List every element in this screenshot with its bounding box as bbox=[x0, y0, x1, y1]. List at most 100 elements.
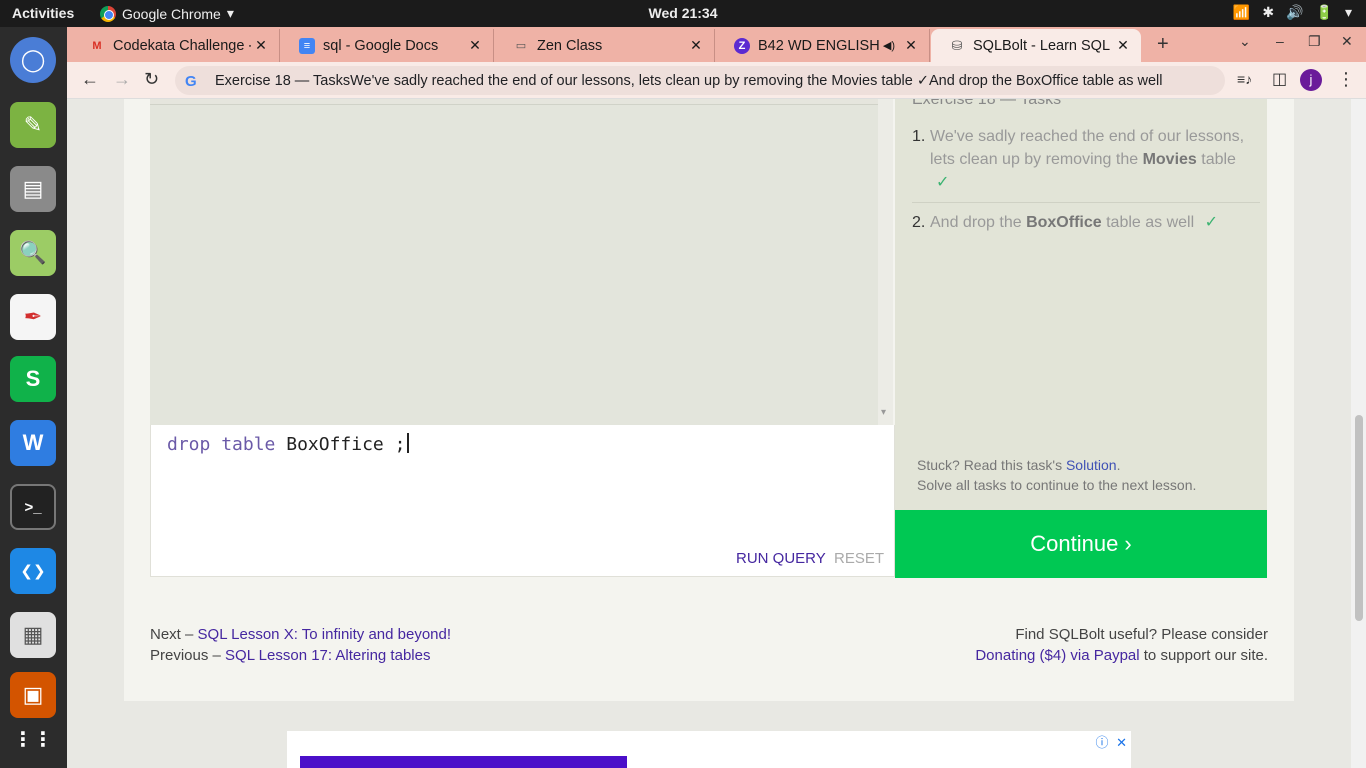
new-tab-button[interactable]: + bbox=[1157, 33, 1169, 56]
app-grid-icon[interactable]: ⋮⋮ bbox=[10, 716, 56, 762]
audio-playing-icon[interactable]: ◀) bbox=[883, 39, 895, 52]
minimize-icon[interactable]: – bbox=[1276, 33, 1284, 49]
continue-button[interactable]: Continue › bbox=[895, 510, 1267, 578]
info-icon[interactable]: ⓘ bbox=[1095, 735, 1108, 750]
terminal-icon[interactable]: >_ bbox=[10, 484, 56, 530]
tab-label: Zen Class bbox=[537, 37, 603, 54]
tasks-panel: Exercise 18 — Tasks 1. We've sadly reach… bbox=[895, 99, 1267, 510]
text-editor-icon[interactable]: ✎ bbox=[10, 102, 56, 148]
close-icon[interactable]: ✕ bbox=[901, 37, 921, 54]
address-bar[interactable]: G Exercise 18 — TasksWe've sadly reached… bbox=[175, 66, 1225, 95]
scrollbar-thumb[interactable] bbox=[1355, 415, 1363, 621]
ad-image[interactable] bbox=[300, 756, 627, 768]
task-list: 1. We've sadly reached the end of our le… bbox=[912, 125, 1260, 242]
chromium-icon[interactable]: ◯ bbox=[10, 37, 56, 83]
back-icon[interactable]: ← bbox=[81, 69, 99, 90]
previous-lesson-link[interactable]: SQL Lesson 17: Altering tables bbox=[225, 647, 430, 664]
scroll-down-icon[interactable]: ▾ bbox=[881, 407, 886, 418]
activities-button[interactable]: Activities bbox=[12, 5, 74, 21]
checkmark-icon: ✓ bbox=[1204, 214, 1219, 231]
lesson-navigation: Next – SQL Lesson X: To infinity and bey… bbox=[150, 624, 451, 666]
reload-icon[interactable]: ↻ bbox=[144, 69, 159, 90]
next-prefix: Next – bbox=[150, 626, 198, 643]
chevron-down-icon: ▾ bbox=[226, 5, 234, 21]
pdf-reader-icon[interactable]: ✒ bbox=[10, 294, 56, 340]
next-lesson-link[interactable]: SQL Lesson X: To infinity and beyond! bbox=[198, 626, 452, 643]
docs-icon: ≡ bbox=[299, 37, 315, 54]
wifi-icon: 📶 bbox=[1232, 4, 1251, 20]
google-icon: G bbox=[185, 72, 197, 90]
tab-sqlbolt[interactable]: ⛁ SQLBolt - Learn SQL - ✕ bbox=[931, 29, 1141, 62]
sql-terminator: ; bbox=[394, 434, 406, 455]
wps-writer-icon[interactable]: W bbox=[10, 420, 56, 466]
close-icon[interactable]: ✕ bbox=[1116, 735, 1127, 750]
sql-keyword: table bbox=[221, 434, 276, 455]
task-text: table bbox=[1196, 151, 1236, 168]
run-query-button[interactable]: RUN QUERY bbox=[736, 550, 826, 567]
chevron-down-icon: ▾ bbox=[1344, 4, 1352, 20]
gmail-icon: M bbox=[92, 39, 102, 52]
hint-prefix: Stuck? Read this task's bbox=[917, 457, 1066, 473]
tasks-header: Exercise 18 — Tasks bbox=[912, 99, 1062, 108]
results-area bbox=[150, 104, 878, 425]
results-scrollbar[interactable]: ▾ bbox=[878, 99, 893, 425]
maximize-icon[interactable]: ❐ bbox=[1308, 33, 1321, 50]
avatar[interactable]: j bbox=[1300, 69, 1322, 91]
app-menu[interactable]: Google Chrome ▾ bbox=[100, 5, 234, 22]
system-tray[interactable]: 📶 ✱ 🔊 🔋 ▾ bbox=[1233, 4, 1352, 21]
bluetooth-icon: ✱ bbox=[1262, 4, 1275, 20]
toolbox-icon[interactable]: ▣ bbox=[10, 672, 56, 718]
close-icon[interactable]: ✕ bbox=[465, 37, 485, 54]
window-close-icon[interactable]: ✕ bbox=[1341, 33, 1353, 50]
checkmark-icon: ✓ bbox=[936, 174, 950, 191]
file-manager-icon[interactable]: ▤ bbox=[10, 166, 56, 212]
calculator-icon[interactable]: ▦ bbox=[10, 612, 56, 658]
reset-button[interactable]: RESET bbox=[834, 550, 884, 567]
task-text: table as well bbox=[1101, 214, 1195, 231]
sql-identifier: BoxOffice bbox=[286, 434, 384, 455]
image-viewer-icon[interactable]: 🔍 bbox=[10, 230, 56, 276]
tab-zen-class[interactable]: ▭ Zen Class ✕ bbox=[495, 29, 715, 62]
query-results-pane: ▾ bbox=[150, 99, 893, 425]
task-number: 2. bbox=[912, 214, 926, 231]
media-control-icon[interactable]: ≡♪ bbox=[1237, 71, 1252, 87]
text-cursor bbox=[407, 433, 410, 453]
system-top-bar: Activities Google Chrome ▾ Wed 21:34 📶 ✱… bbox=[0, 0, 1366, 27]
tab-label: SQLBolt - Learn SQL - bbox=[973, 37, 1113, 54]
lesson-footer: Next – SQL Lesson X: To infinity and bey… bbox=[124, 606, 1294, 701]
zen-class-icon: ▭ bbox=[515, 40, 527, 52]
kebab-menu-icon[interactable]: ⋮ bbox=[1337, 69, 1355, 90]
page-content: ▾ drop table BoxOffice ; RUN QUERY RESET… bbox=[67, 99, 1351, 768]
tab-codekata[interactable]: M Codekata Challenge - G ✕ bbox=[71, 29, 280, 62]
tab-search-icon[interactable]: ⌄ bbox=[1239, 33, 1251, 50]
support-suffix: to support our site. bbox=[1139, 647, 1268, 664]
hint-line-2: Solve all tasks to continue to the next … bbox=[917, 477, 1197, 493]
close-icon[interactable]: ✕ bbox=[686, 37, 706, 54]
wps-spreadsheets-icon[interactable]: S bbox=[10, 356, 56, 402]
page-scrollbar[interactable] bbox=[1351, 99, 1366, 768]
tab-google-docs[interactable]: ≡ sql - Google Docs ✕ bbox=[281, 29, 494, 62]
battery-icon: 🔋 bbox=[1315, 4, 1333, 20]
donate-link[interactable]: Donating ($4) via Paypal bbox=[975, 647, 1139, 664]
solution-link[interactable]: Solution bbox=[1066, 457, 1117, 473]
sql-editor[interactable]: drop table BoxOffice ; RUN QUERY RESET bbox=[150, 425, 895, 577]
tab-b42-wd-english[interactable]: Z B42 WD ENGLISH ( ◀) ✕ bbox=[716, 29, 930, 62]
support-line-1: Find SQLBolt useful? Please consider bbox=[1015, 626, 1268, 643]
close-icon[interactable]: ✕ bbox=[251, 37, 271, 54]
tab-label: Codekata Challenge - G bbox=[113, 37, 251, 54]
task-text: And drop the bbox=[930, 214, 1027, 231]
ad-banner[interactable]: ⓘ ✕ bbox=[287, 731, 1131, 768]
app-menu-label: Google Chrome bbox=[122, 5, 221, 22]
vscode-icon[interactable]: ❮❯ bbox=[10, 548, 56, 594]
ad-controls: ⓘ ✕ bbox=[1095, 732, 1127, 751]
close-icon[interactable]: ✕ bbox=[1113, 37, 1133, 54]
dock: ◯ ✎ ▤ 🔍 ✒ S W >_ ❮❯ ▦ ▣ ⋮⋮ bbox=[0, 27, 67, 768]
database-icon: ⛁ bbox=[951, 37, 963, 53]
forward-icon[interactable]: → bbox=[113, 69, 131, 90]
task-number: 1. bbox=[912, 128, 926, 145]
browser-toolbar: ← → ↻ G Exercise 18 — TasksWe've sadly r… bbox=[67, 62, 1366, 99]
sql-keyword: drop bbox=[167, 434, 211, 455]
side-panel-icon[interactable]: ◫ bbox=[1272, 69, 1287, 89]
task-item: 1. We've sadly reached the end of our le… bbox=[912, 125, 1260, 202]
sql-query-text[interactable]: drop table BoxOffice ; bbox=[167, 433, 410, 455]
